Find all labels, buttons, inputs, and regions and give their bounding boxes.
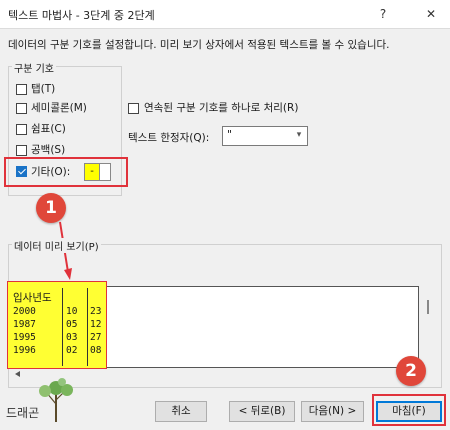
preview-cell: 27	[90, 332, 102, 343]
cancel-button[interactable]: 취소	[155, 401, 207, 422]
preview-legend: 데이터 미리 보기(P)	[12, 238, 101, 253]
preview-cell: 23	[90, 306, 102, 317]
preview-cell: 10	[66, 306, 78, 317]
preview-header-cell: 입사년도	[13, 292, 52, 304]
preview-cell: 1996	[13, 345, 36, 356]
preview-cell: 12	[90, 319, 102, 330]
back-button[interactable]: < 뒤로(B)	[229, 401, 295, 422]
tree-logo-icon	[39, 378, 73, 422]
preview-cell: 02	[66, 345, 78, 356]
column-break-line[interactable]	[87, 288, 88, 366]
next-button[interactable]: 다음(N) >	[301, 401, 364, 422]
step-badge-2: 2	[396, 356, 426, 386]
preview-cell: 08	[90, 345, 102, 356]
logo-text: 드래곤	[6, 406, 40, 420]
preview-cell: 03	[66, 332, 78, 343]
preview-cell: 2000	[13, 306, 36, 317]
preview-cell: 1987	[13, 319, 36, 330]
preview-cell: 05	[66, 319, 78, 330]
preview-cell: 1995	[13, 332, 36, 343]
column-break-line[interactable]	[62, 288, 63, 366]
finish-button[interactable]: 마침(F)	[376, 401, 442, 422]
vertical-scrollbar[interactable]	[427, 300, 429, 314]
